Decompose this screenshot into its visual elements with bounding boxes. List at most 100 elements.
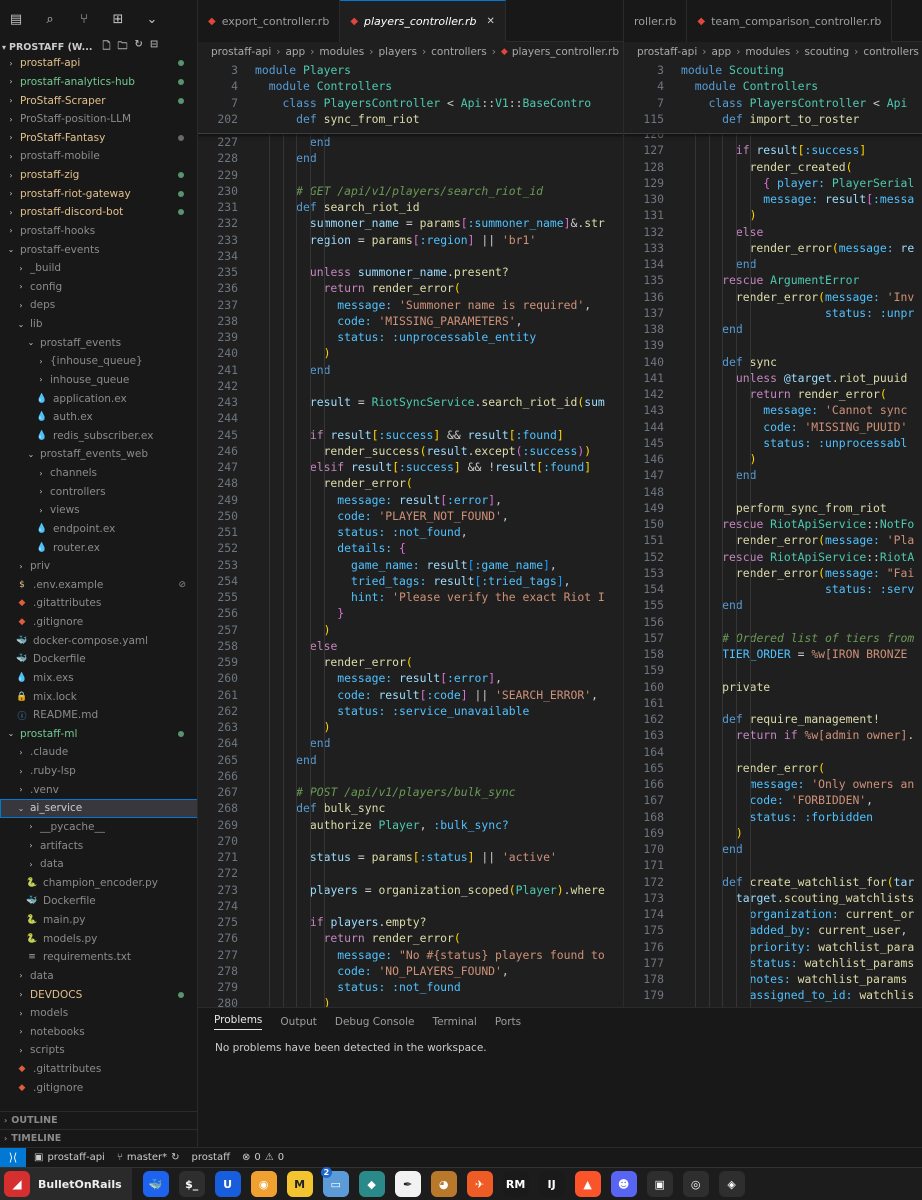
file-item[interactable]: 🐍 champion_encoder.py	[0, 874, 197, 893]
code-line[interactable]: 161	[624, 695, 922, 711]
code-line[interactable]: 258 else	[198, 638, 623, 654]
brave-icon[interactable]: ▲	[574, 1171, 601, 1197]
file-item[interactable]: 💧 endpoint.ex	[0, 520, 197, 539]
file-item[interactable]: 💧 redis_subscriber.ex	[0, 427, 197, 446]
breadcrumb-item[interactable]: controllers	[863, 46, 919, 58]
code-line[interactable]: 259 render_error(	[198, 654, 623, 670]
file-item[interactable]: 🐍 main.py	[0, 911, 197, 930]
code-line[interactable]: 267 # POST /api/v1/players/bulk_sync	[198, 784, 623, 800]
docker-icon[interactable]: 🐳	[142, 1171, 169, 1197]
sticky-line[interactable]: 4 module Controllers	[624, 78, 922, 94]
sticky-line[interactable]: 202 def sync_from_riot	[198, 111, 623, 127]
code-lines[interactable]: 126 127 if result[:success] 128 render_cr…	[624, 126, 922, 1007]
folder-item[interactable]: › prostaff-analytics-hub	[0, 73, 197, 92]
file-item[interactable]: ⓘ README.md	[0, 706, 197, 725]
tab-debug-console[interactable]: Debug Console	[335, 1016, 415, 1028]
code-line[interactable]: 270	[198, 833, 623, 849]
code-line[interactable]: 232 summoner_name = params[:summoner_nam…	[198, 215, 623, 231]
file-item[interactable]: 💧 application.ex	[0, 389, 197, 408]
code-line[interactable]: 237 message: 'Summoner name is required'…	[198, 297, 623, 313]
files-icon[interactable]: ▤	[8, 12, 24, 28]
code-line[interactable]: 179 assigned_to_id: watchlis	[624, 987, 922, 1003]
code-line[interactable]: 251 status: :not_found,	[198, 524, 623, 540]
code-line[interactable]: 274	[198, 898, 623, 914]
code-line[interactable]: 252 details: {	[198, 540, 623, 556]
code-line[interactable]: 276 return render_error(	[198, 930, 623, 946]
code-line[interactable]: 231 def search_riot_id	[198, 199, 623, 215]
tab-ports[interactable]: Ports	[495, 1016, 521, 1028]
code-line[interactable]: 141 unless @target.riot_puuid	[624, 370, 922, 386]
terminal-icon[interactable]: $_	[178, 1171, 205, 1197]
code-line[interactable]: 166 message: 'Only owners an	[624, 776, 922, 792]
branch-item[interactable]: ⑂ master* ↻	[117, 1152, 180, 1163]
folder-item[interactable]: › {inhouse_queue}	[0, 352, 197, 371]
lion-app-icon[interactable]: ◕	[430, 1171, 457, 1197]
code-line[interactable]: 265 end	[198, 752, 623, 768]
code-line[interactable]: 243 result = RiotSyncService.search_riot…	[198, 394, 623, 410]
files-icon[interactable]: ▭ 2	[320, 1167, 349, 1197]
code-line[interactable]: 167 code: 'FORBIDDEN',	[624, 792, 922, 808]
file-item[interactable]: 🐳 Dockerfile	[0, 892, 197, 911]
code-line[interactable]: 131 )	[624, 207, 922, 223]
code-line[interactable]: 128 render_created(	[624, 159, 922, 175]
folder-item[interactable]: › notebooks	[0, 1023, 197, 1042]
code-line[interactable]: 246 render_success(result.except(:succes…	[198, 443, 623, 459]
code-line[interactable]: 159	[624, 662, 922, 678]
code-line[interactable]: 134 end	[624, 256, 922, 272]
file-item[interactable]: ◆ .gitignore	[0, 613, 197, 632]
code-line[interactable]: 144 code: 'MISSING_PUUID'	[624, 419, 922, 435]
code-line[interactable]: 162 def require_management!	[624, 711, 922, 727]
folder-item[interactable]: › .claude	[0, 743, 197, 762]
code-line[interactable]: 139	[624, 337, 922, 353]
code-line[interactable]: 229	[198, 167, 623, 183]
sticky-line[interactable]: 4 module Controllers	[198, 78, 623, 94]
folder-item[interactable]: › scripts	[0, 1041, 197, 1060]
code-line[interactable]: 168 status: :forbidden	[624, 809, 922, 825]
folder-item[interactable]: › _build	[0, 259, 197, 278]
code-line[interactable]: 238 code: 'MISSING_PARAMETERS',	[198, 313, 623, 329]
code-line[interactable]: 248 render_error(	[198, 475, 623, 491]
code-line[interactable]: 173 target.scouting_watchlists	[624, 890, 922, 906]
code-editor[interactable]: 3 module Players 4 module Controllers 7 cla…	[198, 62, 623, 1007]
code-line[interactable]: 175 added_by: current_user,	[624, 922, 922, 938]
folder-item[interactable]: › prostaff-discord-bot	[0, 203, 197, 222]
folder-item[interactable]: › prostaff-zig	[0, 166, 197, 185]
code-line[interactable]: 142 return render_error(	[624, 386, 922, 402]
folder-item[interactable]: ⌄ prostaff_events_web	[0, 445, 197, 464]
code-line[interactable]: 249 message: result[:error],	[198, 492, 623, 508]
code-line[interactable]: 135 rescue ArgumentError	[624, 272, 922, 288]
code-line[interactable]: 269 authorize Player, :bulk_sync?	[198, 817, 623, 833]
sticky-scroll[interactable]: 3 module Scouting 4 module Controllers 7 cl…	[624, 62, 922, 134]
code-line[interactable]: 241 end	[198, 362, 623, 378]
code-line[interactable]: 136 render_error(message: 'Inv	[624, 289, 922, 305]
code-line[interactable]: 244	[198, 410, 623, 426]
bitwarden-icon[interactable]: U	[214, 1171, 241, 1197]
file-item[interactable]: 💧 mix.exs	[0, 669, 197, 688]
tab-terminal[interactable]: Terminal	[432, 1016, 476, 1028]
file-item[interactable]: 🔒 mix.lock	[0, 687, 197, 706]
box-app-icon[interactable]: ◈	[718, 1171, 745, 1197]
code-line[interactable]: 146 )	[624, 451, 922, 467]
code-line[interactable]: 235 unless summoner_name.present?	[198, 264, 623, 280]
inkscape-icon[interactable]: ✒	[394, 1171, 421, 1197]
file-item[interactable]: ≡ requirements.txt	[0, 948, 197, 967]
breadcrumb-item[interactable]: modules	[745, 46, 790, 58]
code-line[interactable]: 148	[624, 484, 922, 500]
folder-item[interactable]: › .ruby-lsp	[0, 762, 197, 781]
code-line[interactable]: 263 )	[198, 719, 623, 735]
chevron-down-icon[interactable]: ⌄	[144, 12, 160, 28]
intellij-icon[interactable]: IJ	[538, 1171, 565, 1197]
code-line[interactable]: 129 { player: PlayerSerial	[624, 175, 922, 191]
code-line[interactable]: 143 message: 'Cannot sync	[624, 402, 922, 418]
code-line[interactable]: 239 status: :unprocessable_entity	[198, 329, 623, 345]
code-line[interactable]: 165 render_error(	[624, 760, 922, 776]
code-line[interactable]: 275 if players.empty?	[198, 914, 623, 930]
search-icon[interactable]: ⌕	[42, 12, 58, 28]
folder-item[interactable]: › views	[0, 501, 197, 520]
code-line[interactable]: 227 end	[198, 134, 623, 150]
code-line[interactable]: 152 rescue RiotApiService::RiotA	[624, 549, 922, 565]
folder-item[interactable]: › prostaff-mobile	[0, 147, 197, 166]
code-line[interactable]: 156	[624, 614, 922, 630]
new-folder-icon[interactable]: 🗀	[118, 39, 128, 56]
code-line[interactable]: 178 notes: watchlist_params	[624, 971, 922, 987]
